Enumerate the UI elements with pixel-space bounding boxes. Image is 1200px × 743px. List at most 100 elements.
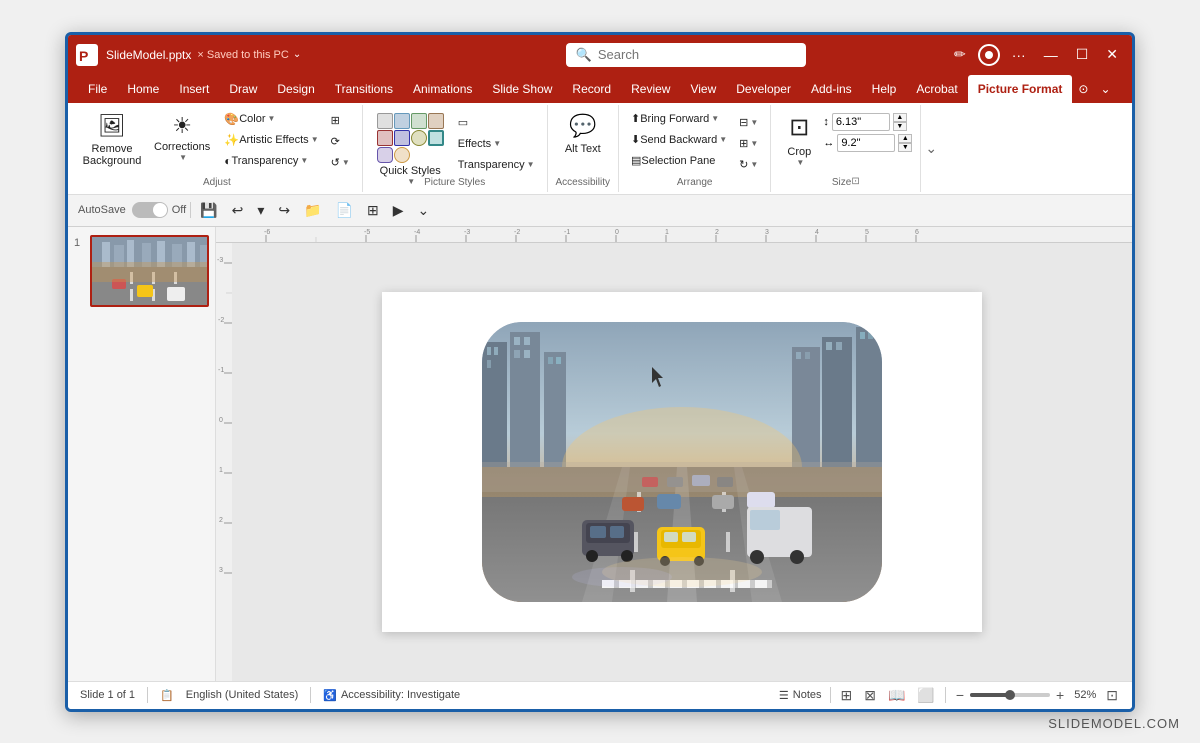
compress-pictures-button[interactable]: ⊞: [327, 111, 354, 131]
style-cell-3: [411, 113, 427, 129]
redo-button[interactable]: ↪: [273, 200, 295, 221]
more-options-button[interactable]: ···: [1006, 45, 1032, 65]
tab-view[interactable]: View: [680, 75, 726, 103]
autosave-toggle[interactable]: [132, 202, 168, 218]
qat-more[interactable]: ⌄: [413, 200, 435, 221]
tab-design[interactable]: Design: [267, 75, 324, 103]
color-button[interactable]: 🎨 Color ▼: [220, 109, 322, 129]
pen-button[interactable]: ✏: [948, 44, 972, 65]
selection-pane-button[interactable]: ▤ Selection Pane: [627, 151, 731, 171]
group-button[interactable]: ⊞ ▼: [735, 134, 762, 154]
save-button[interactable]: 💾: [195, 200, 222, 221]
fit-to-window-button[interactable]: ⊡: [1104, 685, 1120, 706]
corrections-button[interactable]: ☀ Corrections ▼: [148, 109, 216, 175]
zoom-in-button[interactable]: +: [1054, 685, 1066, 705]
title-chevron[interactable]: ⌄: [293, 49, 301, 60]
slideshow-view-button[interactable]: ⬜: [915, 685, 936, 706]
send-backward-button[interactable]: ⬇ Send Backward ▼: [627, 130, 731, 150]
accessibility-icon: ♿: [323, 689, 337, 702]
tab-help[interactable]: Help: [862, 75, 907, 103]
status-divider-1: [147, 687, 148, 703]
tab-developer[interactable]: Developer: [726, 75, 801, 103]
size-expand-button[interactable]: ⊡: [851, 176, 859, 187]
change-picture-button[interactable]: ⟳: [327, 132, 354, 152]
zoom-percentage[interactable]: 52%: [1074, 689, 1096, 701]
tab-record[interactable]: Record: [562, 75, 621, 103]
bring-forward-button[interactable]: ⬆ Bring Forward ▼: [627, 109, 731, 129]
width-spinner: ▲ ▼: [898, 134, 912, 152]
normal-view-button[interactable]: ⊞: [839, 685, 855, 706]
slide-sorter-button[interactable]: ⊠: [862, 685, 878, 706]
alt-text-button[interactable]: 💬 Alt Text: [559, 109, 607, 175]
slide-1-thumbnail[interactable]: [90, 235, 209, 307]
record-button[interactable]: [978, 44, 1000, 66]
title-actions: ✏ ··· — ☐ ✕: [948, 44, 1124, 66]
style-cell-2: [394, 113, 410, 129]
search-input[interactable]: [598, 47, 796, 62]
svg-text:-5: -5: [364, 229, 370, 236]
ribbon-collapse[interactable]: ⌄: [921, 105, 941, 192]
width-down[interactable]: ▼: [898, 143, 912, 152]
tab-expand[interactable]: ⊙: [1072, 75, 1094, 103]
slide-canvas[interactable]: [232, 243, 1132, 681]
tab-insert[interactable]: Insert: [169, 75, 219, 103]
tab-acrobat[interactable]: Acrobat: [906, 75, 967, 103]
tab-animations[interactable]: Animations: [403, 75, 482, 103]
language-text: English (United States): [186, 689, 299, 701]
new-slide-button[interactable]: 📄: [331, 200, 358, 221]
quick-styles-button[interactable]: Quick Styles ▼: [371, 109, 450, 175]
maximize-button[interactable]: ☐: [1070, 44, 1095, 65]
status-bar: Slide 1 of 1 📋 English (United States) ♿…: [68, 681, 1132, 709]
tab-slideshow[interactable]: Slide Show: [482, 75, 562, 103]
width-input[interactable]: [837, 134, 895, 152]
reset-picture-button[interactable]: ↺ ▼: [327, 153, 354, 173]
tab-review[interactable]: Review: [621, 75, 680, 103]
tab-draw[interactable]: Draw: [219, 75, 267, 103]
notes-button[interactable]: ☰ Notes: [779, 689, 822, 702]
slide-view-icon: 📋: [160, 689, 174, 702]
open-folder-button[interactable]: 📁: [299, 200, 326, 221]
remove-background-button[interactable]: 🖼 Remove Background: [80, 109, 144, 175]
artistic-effects-button[interactable]: ✨ Artistic Effects ▼: [220, 130, 322, 150]
start-from-beginning[interactable]: ▶: [388, 200, 409, 221]
accessibility-indicator[interactable]: ♿ Accessibility: Investigate: [323, 689, 460, 702]
size-inputs: ↕ ▲ ▼ ↔ ▲ ▼: [823, 113, 912, 152]
picture-border-button[interactable]: ▭: [454, 113, 539, 133]
rotate-button[interactable]: ↻ ▼: [735, 155, 762, 175]
tab-collapse[interactable]: ⌄: [1094, 75, 1116, 103]
tab-picture-format[interactable]: Picture Format: [968, 75, 1073, 103]
view-button[interactable]: ⊞: [362, 200, 384, 221]
language-indicator[interactable]: English (United States): [186, 689, 299, 701]
zoom-thumb[interactable]: [1005, 690, 1015, 700]
city-traffic-image[interactable]: [482, 322, 882, 602]
svg-text:-2: -2: [514, 229, 520, 236]
undo-button[interactable]: ↩: [227, 200, 249, 221]
adjust-content: 🖼 Remove Background ☀ Corrections ▼ 🎨 Co…: [80, 109, 354, 175]
crop-button[interactable]: ⊡ Crop ▼: [779, 109, 819, 175]
tab-transitions[interactable]: Transitions: [325, 75, 403, 103]
tab-file[interactable]: File: [78, 75, 117, 103]
width-up[interactable]: ▲: [898, 134, 912, 143]
picture-effects-button[interactable]: Effects ▼: [454, 134, 539, 154]
align-button[interactable]: ⊟ ▼: [735, 113, 762, 133]
search-bar[interactable]: 🔍: [566, 43, 806, 67]
rotate-chevron: ▼: [750, 160, 758, 169]
height-input[interactable]: [832, 113, 890, 131]
close-button[interactable]: ✕: [1100, 44, 1124, 65]
zoom-control[interactable]: − +: [954, 685, 1066, 705]
height-down[interactable]: ▼: [893, 122, 907, 131]
artistic-icon: ✨: [224, 133, 239, 147]
svg-text:-2: -2: [218, 317, 224, 324]
ribbon-collapse-icon[interactable]: ⌄: [925, 140, 937, 157]
transparency-button[interactable]: ◐ Transparency ▼: [220, 151, 322, 171]
minimize-button[interactable]: —: [1038, 45, 1064, 65]
height-up[interactable]: ▲: [893, 113, 907, 122]
height-icon: ↕: [823, 116, 829, 128]
zoom-out-button[interactable]: −: [954, 685, 966, 705]
zoom-track[interactable]: [970, 693, 1050, 697]
reading-view-button[interactable]: 📖: [886, 685, 907, 706]
picture-transparency-button[interactable]: Transparency ▼: [454, 155, 539, 175]
tab-addins[interactable]: Add-ins: [801, 75, 862, 103]
tab-home[interactable]: Home: [117, 75, 169, 103]
undo-dropdown[interactable]: ▾: [252, 200, 269, 221]
